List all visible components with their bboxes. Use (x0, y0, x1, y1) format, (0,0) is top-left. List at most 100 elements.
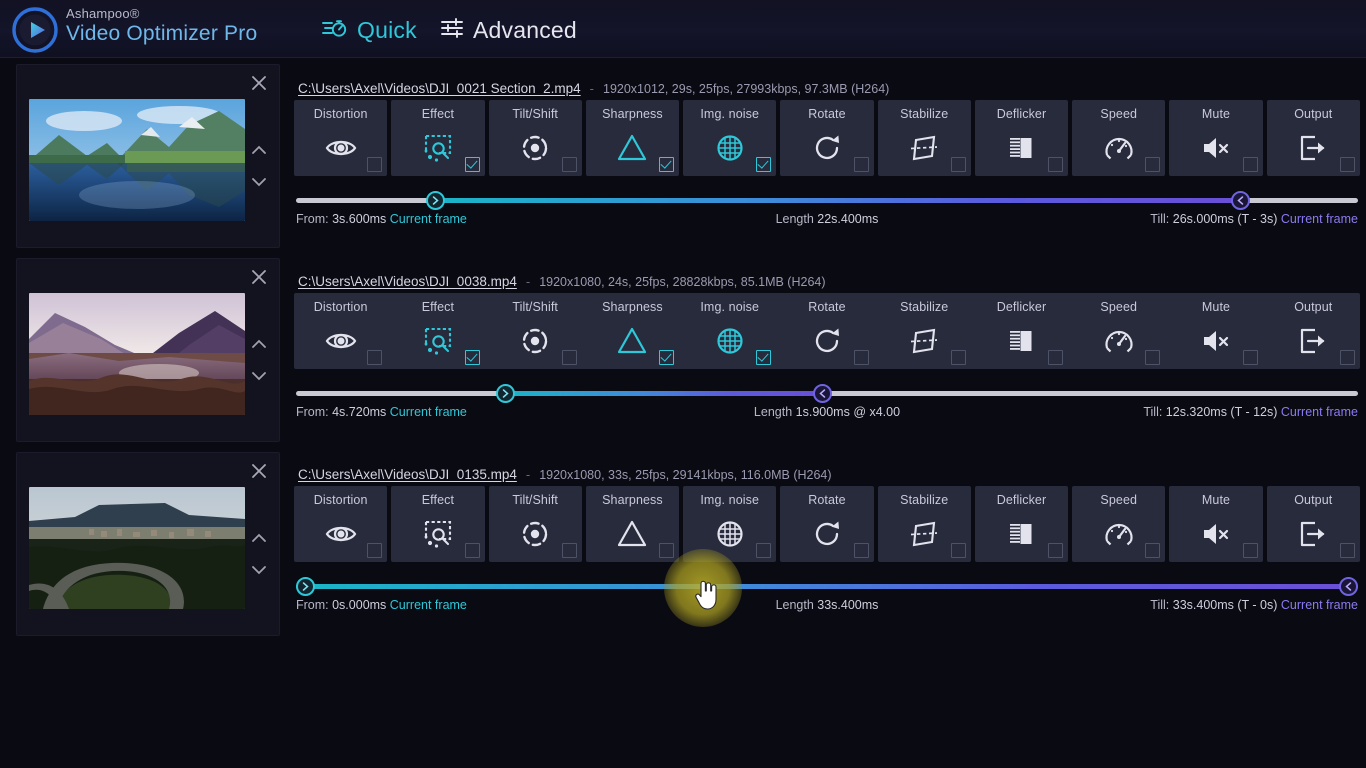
slider-end-handle[interactable] (1231, 191, 1250, 210)
slider-selected-range[interactable] (435, 198, 1240, 203)
tool-button-rotate[interactable]: Rotate (780, 293, 873, 369)
chevron-up-icon[interactable] (250, 531, 268, 543)
tool-checkbox-effect[interactable] (465, 350, 480, 365)
tool-button-deflicker[interactable]: Deflicker (975, 293, 1068, 369)
tool-button-mute[interactable]: Mute (1169, 100, 1262, 176)
tool-checkbox-distortion[interactable] (367, 350, 382, 365)
slider-end-handle[interactable] (813, 384, 832, 403)
chevron-up-icon[interactable] (250, 337, 268, 349)
tool-button-mute[interactable]: Mute (1169, 293, 1262, 369)
slider-start-handle[interactable] (426, 191, 445, 210)
tool-checkbox-rotate[interactable] (854, 350, 869, 365)
tool-checkbox-stabilize[interactable] (951, 350, 966, 365)
tool-checkbox-sharpness[interactable] (659, 350, 674, 365)
tool-checkbox-output[interactable] (1340, 157, 1355, 172)
trim-slider[interactable] (296, 383, 1358, 403)
tool-button-effect[interactable]: Effect (391, 486, 484, 562)
tool-button-deflicker[interactable]: Deflicker (975, 100, 1068, 176)
tab-advanced[interactable]: Advanced (440, 14, 577, 46)
tool-checkbox-speed[interactable] (1145, 350, 1160, 365)
tool-checkbox-tiltshift[interactable] (562, 157, 577, 172)
tool-checkbox-mute[interactable] (1243, 157, 1258, 172)
tool-button-stabilize[interactable]: Stabilize (878, 293, 971, 369)
tool-checkbox-stabilize[interactable] (951, 543, 966, 558)
tool-checkbox-deflicker[interactable] (1048, 157, 1063, 172)
till-current-frame-link[interactable]: Current frame (1281, 598, 1358, 612)
tool-button-imgnoise[interactable]: Img. noise (683, 100, 776, 176)
from-current-frame-link[interactable]: Current frame (390, 212, 467, 226)
tool-checkbox-sharpness[interactable] (659, 157, 674, 172)
tool-button-output[interactable]: Output (1267, 293, 1360, 369)
tool-button-tiltshift[interactable]: Tilt/Shift (489, 293, 582, 369)
slider-start-handle[interactable] (296, 577, 315, 596)
tool-checkbox-distortion[interactable] (367, 157, 382, 172)
trim-slider[interactable] (296, 576, 1358, 596)
chevron-down-icon[interactable] (250, 175, 268, 187)
reorder-controls[interactable] (249, 337, 269, 381)
tool-checkbox-deflicker[interactable] (1048, 350, 1063, 365)
clip-thumbnail-card[interactable] (16, 258, 280, 442)
from-current-frame-link[interactable]: Current frame (390, 405, 467, 419)
close-icon[interactable] (249, 267, 269, 287)
tool-button-distortion[interactable]: Distortion (294, 486, 387, 562)
clip-path-link[interactable]: C:\Users\Axel\Videos\DJI_0021 Section_2.… (298, 81, 581, 96)
tool-checkbox-sharpness[interactable] (659, 543, 674, 558)
tool-checkbox-rotate[interactable] (854, 157, 869, 172)
tool-button-sharpness[interactable]: Sharpness (586, 100, 679, 176)
tool-checkbox-stabilize[interactable] (951, 157, 966, 172)
tool-button-output[interactable]: Output (1267, 100, 1360, 176)
tool-button-rotate[interactable]: Rotate (780, 100, 873, 176)
till-current-frame-link[interactable]: Current frame (1281, 405, 1358, 419)
tool-button-tiltshift[interactable]: Tilt/Shift (489, 100, 582, 176)
tool-button-imgnoise[interactable]: Img. noise (683, 293, 776, 369)
tool-button-rotate[interactable]: Rotate (780, 486, 873, 562)
tool-button-stabilize[interactable]: Stabilize (878, 486, 971, 562)
chevron-down-icon[interactable] (250, 563, 268, 575)
slider-selected-range[interactable] (505, 391, 823, 396)
tool-button-stabilize[interactable]: Stabilize (878, 100, 971, 176)
tool-checkbox-rotate[interactable] (854, 543, 869, 558)
clip-thumbnail-card[interactable] (16, 452, 280, 636)
tool-checkbox-imgnoise[interactable] (756, 350, 771, 365)
from-current-frame-link[interactable]: Current frame (390, 598, 467, 612)
tool-checkbox-imgnoise[interactable] (756, 157, 771, 172)
chevron-down-icon[interactable] (250, 369, 268, 381)
tool-button-distortion[interactable]: Distortion (294, 100, 387, 176)
tool-button-deflicker[interactable]: Deflicker (975, 486, 1068, 562)
tool-button-speed[interactable]: Speed (1072, 486, 1165, 562)
tab-quick[interactable]: Quick (322, 14, 417, 46)
tool-button-speed[interactable]: Speed (1072, 293, 1165, 369)
tool-button-distortion[interactable]: Distortion (294, 293, 387, 369)
clip-path-link[interactable]: C:\Users\Axel\Videos\DJI_0038.mp4 (298, 274, 517, 289)
tool-checkbox-output[interactable] (1340, 350, 1355, 365)
tool-checkbox-mute[interactable] (1243, 543, 1258, 558)
tool-checkbox-effect[interactable] (465, 543, 480, 558)
till-current-frame-link[interactable]: Current frame (1281, 212, 1358, 226)
chevron-up-icon[interactable] (250, 143, 268, 155)
close-icon[interactable] (249, 73, 269, 93)
tool-button-output[interactable]: Output (1267, 486, 1360, 562)
trim-slider[interactable] (296, 190, 1358, 210)
tool-checkbox-tiltshift[interactable] (562, 543, 577, 558)
tool-button-tiltshift[interactable]: Tilt/Shift (489, 486, 582, 562)
tool-button-sharpness[interactable]: Sharpness (586, 293, 679, 369)
tool-checkbox-tiltshift[interactable] (562, 350, 577, 365)
tool-button-mute[interactable]: Mute (1169, 486, 1262, 562)
tool-checkbox-speed[interactable] (1145, 157, 1160, 172)
reorder-controls[interactable] (249, 531, 269, 575)
close-icon[interactable] (249, 461, 269, 481)
tool-checkbox-output[interactable] (1340, 543, 1355, 558)
tool-button-imgnoise[interactable]: Img. noise (683, 486, 776, 562)
tool-checkbox-distortion[interactable] (367, 543, 382, 558)
clip-path-link[interactable]: C:\Users\Axel\Videos\DJI_0135.mp4 (298, 467, 517, 482)
tool-checkbox-speed[interactable] (1145, 543, 1160, 558)
slider-end-handle[interactable] (1339, 577, 1358, 596)
tool-button-speed[interactable]: Speed (1072, 100, 1165, 176)
slider-start-handle[interactable] (496, 384, 515, 403)
tool-button-sharpness[interactable]: Sharpness (586, 486, 679, 562)
tool-checkbox-deflicker[interactable] (1048, 543, 1063, 558)
reorder-controls[interactable] (249, 143, 269, 187)
tool-button-effect[interactable]: Effect (391, 100, 484, 176)
clip-thumbnail-card[interactable] (16, 64, 280, 248)
tool-checkbox-mute[interactable] (1243, 350, 1258, 365)
